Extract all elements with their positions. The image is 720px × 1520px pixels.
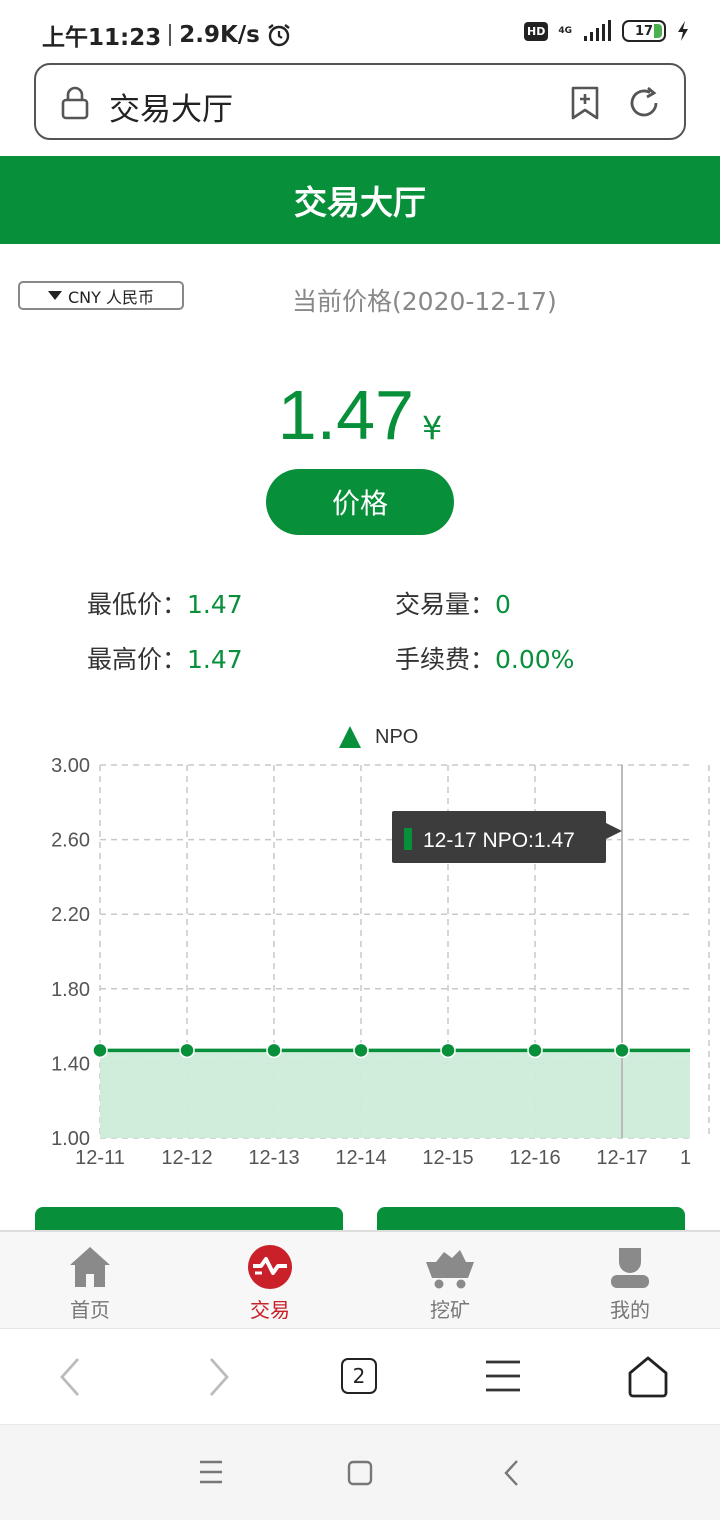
y-tick-label: 1.40 bbox=[51, 1053, 90, 1075]
tab-home[interactable]: 首页 bbox=[0, 1232, 180, 1328]
browser-navigation-bar: 2 bbox=[0, 1328, 720, 1424]
data-point bbox=[614, 1042, 630, 1059]
status-bar: 上午11:23 2.9K/s HD 4G 17 bbox=[0, 0, 720, 62]
lock-icon bbox=[61, 86, 89, 120]
x-tick-label: 12-17 bbox=[596, 1147, 647, 1169]
x-tick-label: 12-15 bbox=[422, 1147, 473, 1169]
x-tick-label-cutoff: 1 bbox=[680, 1147, 691, 1169]
stat-low-value: 1.47 bbox=[187, 590, 243, 619]
data-point bbox=[266, 1042, 282, 1059]
bottom-tab-bar: 首页 交易 挖矿 我的 bbox=[0, 1230, 720, 1328]
x-tick-label: 12-16 bbox=[509, 1147, 560, 1169]
stat-fee-label: 手续费： bbox=[395, 645, 496, 674]
stat-high-value: 1.47 bbox=[187, 645, 243, 674]
alarm-icon bbox=[268, 24, 290, 47]
tab-mining[interactable]: 挖矿 bbox=[360, 1232, 540, 1328]
tabs-count: 2 bbox=[352, 1364, 366, 1388]
add-bookmark-icon[interactable] bbox=[569, 85, 601, 121]
status-time: 上午11:23 bbox=[42, 25, 162, 51]
system-navigation-bar bbox=[0, 1424, 720, 1520]
y-tick-label: 2.60 bbox=[51, 830, 90, 852]
currency-select[interactable]: CNY 人民币 bbox=[18, 281, 184, 310]
home-icon bbox=[70, 1247, 110, 1287]
status-speed: 2.9K/s bbox=[179, 22, 260, 48]
recent-apps-icon[interactable] bbox=[199, 1459, 223, 1485]
mining-cart-icon bbox=[426, 1250, 474, 1289]
x-tick-label: 12-12 bbox=[161, 1147, 212, 1169]
user-icon bbox=[611, 1248, 649, 1288]
status-divider bbox=[169, 24, 172, 46]
tooltip-pointer bbox=[606, 823, 622, 839]
y-tick-label: 3.00 bbox=[51, 755, 90, 777]
tooltip-marker bbox=[404, 828, 412, 850]
price-date-label: 当前价格(2020-12-17) bbox=[292, 287, 557, 316]
series-area bbox=[100, 1050, 690, 1138]
price-button-label: 价格 bbox=[331, 487, 388, 520]
signal-icon bbox=[584, 20, 611, 41]
data-point bbox=[440, 1042, 456, 1059]
address-bar[interactable]: 交易大厅 bbox=[34, 63, 686, 140]
status-left: 上午11:23 2.9K/s bbox=[42, 18, 292, 52]
hd-badge: HD bbox=[524, 21, 549, 41]
trade-icon bbox=[248, 1245, 292, 1289]
network-type: 4G bbox=[558, 25, 572, 36]
legend-label: NPO bbox=[375, 726, 418, 748]
data-point bbox=[353, 1042, 369, 1059]
data-point bbox=[179, 1042, 195, 1059]
price-chart[interactable]: NPO3.002.602.201.801.401.0012-11 12-12 12-… bbox=[0, 712, 720, 1182]
data-point bbox=[92, 1042, 108, 1059]
price-button[interactable]: 价格 bbox=[266, 469, 454, 535]
tab-trade-label: 交易 bbox=[250, 1298, 290, 1322]
battery-percent: 17 bbox=[634, 23, 654, 39]
tab-mining-label: 挖矿 bbox=[430, 1298, 470, 1322]
stat-volume-label: 交易量： bbox=[395, 590, 496, 619]
tab-mine-label: 我的 bbox=[610, 1298, 650, 1322]
tooltip-text: 12-17 NPO:1.47 bbox=[423, 829, 575, 852]
header-title: 交易大厅 bbox=[294, 183, 426, 222]
stat-high-label: 最高价： bbox=[87, 645, 188, 674]
y-tick-label: 1.80 bbox=[51, 979, 90, 1001]
price-unit: ¥ bbox=[421, 409, 443, 447]
stat-volume-value: 0 bbox=[495, 590, 511, 619]
stat-low: 最低价：1.47 bbox=[87, 585, 243, 621]
y-tick-label: 2.20 bbox=[51, 904, 90, 926]
system-back-icon[interactable] bbox=[502, 1459, 522, 1487]
data-point bbox=[527, 1042, 543, 1059]
tab-mine[interactable]: 我的 bbox=[540, 1232, 720, 1328]
forward-arrow-icon[interactable] bbox=[203, 1355, 233, 1399]
stat-fee: 手续费：0.00% bbox=[395, 640, 574, 676]
charging-icon bbox=[678, 21, 688, 41]
x-tick-label: 12-14 bbox=[335, 1147, 386, 1169]
refresh-icon[interactable] bbox=[626, 85, 662, 121]
back-arrow-icon[interactable] bbox=[56, 1355, 86, 1399]
stat-low-label: 最低价： bbox=[87, 590, 188, 619]
home-page-icon[interactable] bbox=[626, 1355, 670, 1399]
tab-home-label: 首页 bbox=[70, 1298, 110, 1322]
stat-high: 最高价：1.47 bbox=[87, 640, 243, 676]
tab-trade[interactable]: 交易 bbox=[180, 1232, 360, 1328]
currency-selected: CNY 人民币 bbox=[67, 287, 154, 307]
system-home-icon[interactable] bbox=[347, 1460, 373, 1486]
menu-icon[interactable] bbox=[484, 1359, 522, 1393]
page-title-in-address-bar[interactable]: 交易大厅 bbox=[109, 84, 233, 129]
stat-volume: 交易量：0 bbox=[395, 585, 511, 621]
battery-level bbox=[654, 24, 662, 38]
x-tick-label: 12-11 bbox=[75, 1147, 125, 1169]
dropdown-triangle-icon bbox=[47, 291, 62, 300]
status-right: HD 4G 17 bbox=[524, 20, 690, 42]
stat-fee-value: 0.00% bbox=[495, 645, 575, 674]
price-display: 1.47 ¥ bbox=[0, 375, 720, 455]
price-value: 1.47 bbox=[277, 376, 414, 454]
legend-marker bbox=[339, 726, 361, 748]
app-header: 交易大厅 bbox=[0, 156, 720, 244]
x-tick-label: 12-13 bbox=[248, 1147, 299, 1169]
tabs-count-button[interactable]: 2 bbox=[341, 1358, 377, 1394]
battery-icon: 17 bbox=[622, 20, 666, 42]
